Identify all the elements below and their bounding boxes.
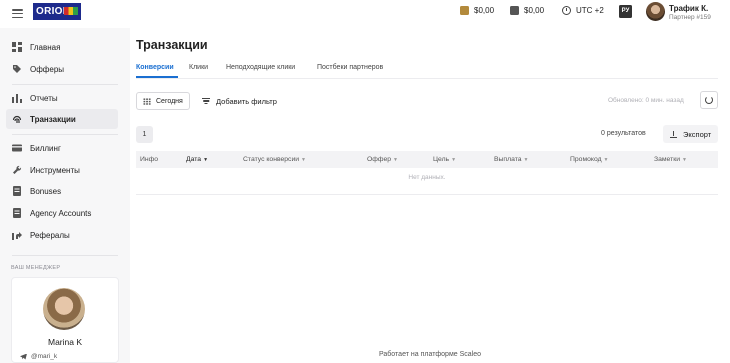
divider xyxy=(12,255,118,256)
balance-value: $0,00 xyxy=(474,6,495,15)
sort-icon: ▼ xyxy=(301,157,306,163)
sidebar-item-label: Bonuses xyxy=(30,186,62,196)
wrench-icon xyxy=(12,165,22,175)
sidebar-item-label: Рефералы xyxy=(30,230,70,240)
logo[interactable]: ORION xyxy=(33,3,81,20)
tab-conversions[interactable]: Конверсии xyxy=(136,64,174,71)
column-header-promocode[interactable]: Промокод ▼ xyxy=(570,156,609,163)
export-button[interactable]: Экспорт xyxy=(663,125,718,143)
document-icon xyxy=(12,208,22,218)
results-count: 0 результатов xyxy=(601,130,646,137)
sidebar-item-bonuses[interactable]: Bonuses xyxy=(6,181,118,201)
column-header-goal[interactable]: Цель ▼ xyxy=(433,156,456,163)
referral-icon xyxy=(12,230,22,240)
sort-icon: ▼ xyxy=(682,157,687,163)
manager-section-title: ВАШ МЕНЕДЖЕР xyxy=(11,265,61,271)
date-range-label: Сегодня xyxy=(156,97,183,105)
sidebar-item-reports[interactable]: Отчеты xyxy=(6,88,118,108)
clock-icon xyxy=(562,6,571,15)
divider xyxy=(12,84,118,85)
tag-icon xyxy=(12,64,22,74)
sidebar-item-label: Agency Accounts xyxy=(30,208,92,218)
sidebar-item-home[interactable]: Главная xyxy=(6,37,118,57)
sort-icon: ▼ xyxy=(393,157,398,163)
tab-partner-postbacks[interactable]: Постбеки партнеров xyxy=(317,64,383,71)
top-bar: ORION $0,00 $0,00 UTC +2 РУ Трафик К. Па… xyxy=(0,0,730,28)
column-header-date[interactable]: Дата ▼ xyxy=(186,156,208,163)
column-header-conversion-status[interactable]: Статус конверсии ▼ xyxy=(243,156,306,163)
fingerprint-icon xyxy=(12,114,22,124)
credit-card-icon xyxy=(12,143,22,153)
sidebar-item-label: Отчеты xyxy=(30,93,58,103)
refresh-button[interactable] xyxy=(700,91,718,109)
sort-desc-icon: ▼ xyxy=(203,157,209,163)
user-name[interactable]: Трафик К. xyxy=(669,4,708,13)
page-title: Транзакции xyxy=(136,38,208,52)
balance-card: $0,00 xyxy=(510,6,544,15)
menu-icon[interactable] xyxy=(12,9,23,18)
column-header-offer[interactable]: Оффер ▼ xyxy=(367,156,398,163)
sidebar-item-agency-accounts[interactable]: Agency Accounts xyxy=(6,203,118,223)
manager-telegram-link[interactable]: @mari_k xyxy=(20,353,57,360)
balance-wallet: $0,00 xyxy=(460,6,494,15)
sidebar-item-label: Биллинг xyxy=(30,143,61,153)
pagination-page[interactable]: 1 xyxy=(136,126,153,143)
sidebar-item-label: Главная xyxy=(30,42,61,52)
tab-invalid-clicks[interactable]: Неподходящие клики xyxy=(226,64,295,71)
column-header-payout[interactable]: Выплата ▼ xyxy=(494,156,528,163)
manager-card: Marina K @mari_k xyxy=(11,277,119,363)
tabs-divider xyxy=(136,77,718,79)
sidebar-item-label: Инструменты xyxy=(30,165,80,175)
card-icon xyxy=(510,6,519,15)
sidebar-item-billing[interactable]: Биллинг xyxy=(6,138,118,158)
manager-telegram-handle: @mari_k xyxy=(31,353,58,360)
manager-name: Marina K xyxy=(47,337,82,347)
download-icon xyxy=(670,130,677,138)
sidebar-item-label: Офферы xyxy=(30,64,65,74)
sort-icon: ▼ xyxy=(603,157,609,163)
divider xyxy=(12,134,118,135)
calendar-grid-icon xyxy=(143,97,151,105)
sidebar-item-offers[interactable]: Офферы xyxy=(6,59,118,79)
telegram-icon xyxy=(20,353,27,360)
export-label: Экспорт xyxy=(683,129,712,139)
sort-icon: ▼ xyxy=(451,157,457,163)
balance-value: $0,00 xyxy=(524,6,545,15)
tab-clicks[interactable]: Клики xyxy=(189,64,208,71)
sidebar-item-referrals[interactable]: Рефералы xyxy=(6,225,118,245)
manager-avatar xyxy=(43,288,85,330)
avatar[interactable] xyxy=(646,2,665,21)
add-filter-label: Добавить фильтр xyxy=(216,96,277,106)
filter-icon xyxy=(202,98,210,104)
date-range-button[interactable]: Сегодня xyxy=(136,92,190,110)
last-updated-text: Обновлено: 0 мин. назад xyxy=(608,97,684,104)
dashboard-icon xyxy=(12,42,22,52)
timezone-label: UTC +2 xyxy=(576,6,604,15)
document-icon xyxy=(12,186,22,196)
timezone[interactable]: UTC +2 xyxy=(562,6,604,15)
empty-state-text: Нет данных. xyxy=(408,174,446,181)
user-partner-id: Партнер #159 xyxy=(669,14,711,21)
language-switcher[interactable]: РУ xyxy=(619,5,632,18)
column-header-info: Инфо xyxy=(140,156,159,163)
wallet-icon xyxy=(460,6,469,15)
add-filter-button[interactable]: Добавить фильтр xyxy=(202,93,277,109)
refresh-icon xyxy=(705,96,713,104)
sidebar-item-tools[interactable]: Инструменты xyxy=(6,160,118,180)
table-header: Инфо Дата ▼ Статус конверсии ▼ Оффер ▼ Цель… xyxy=(136,151,718,168)
table-divider xyxy=(136,194,718,195)
bar-chart-icon xyxy=(12,93,22,103)
main-content: Транзакции Конверсии Клики Неподходящие … xyxy=(130,28,730,363)
sort-icon: ▼ xyxy=(523,157,529,163)
sidebar-item-transactions[interactable]: Транзакции xyxy=(6,109,118,129)
column-header-notes[interactable]: Заметки ▼ xyxy=(654,156,687,163)
sidebar-item-label: Транзакции xyxy=(30,114,76,124)
footer-text: Работает на платформе Scaleo xyxy=(378,351,482,358)
active-tab-indicator xyxy=(136,76,178,78)
